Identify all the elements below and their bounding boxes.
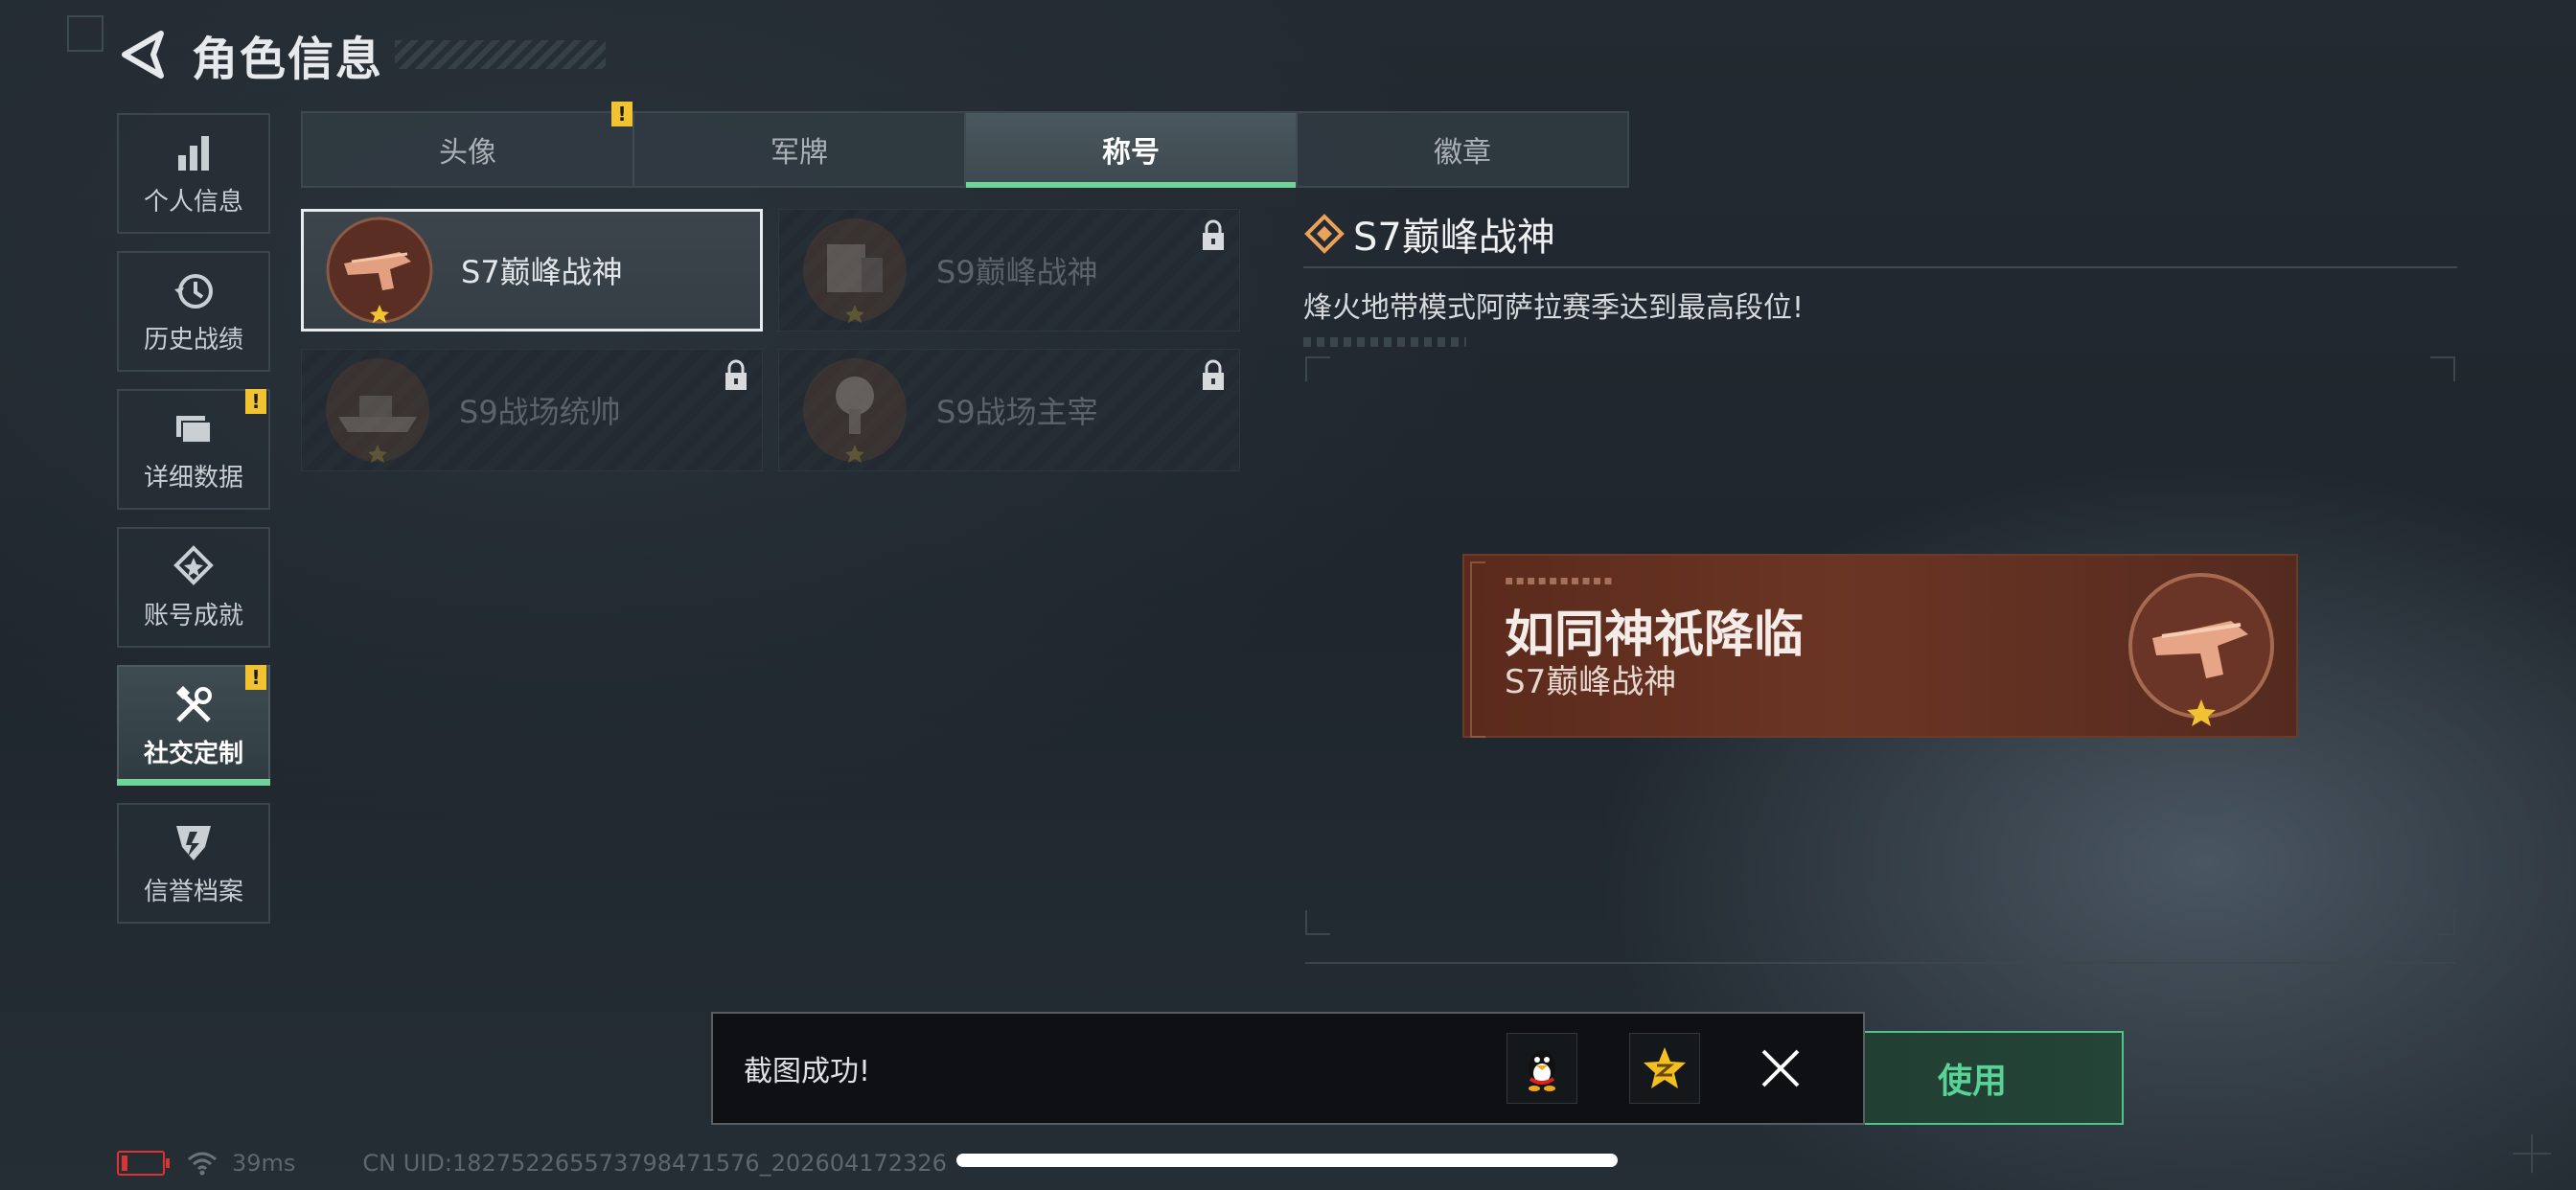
page-header: 角色信息 xyxy=(115,21,607,88)
page-title: 角色信息 xyxy=(192,33,384,86)
sidebar-item-label: 账号成就 xyxy=(143,601,243,630)
title-card[interactable]: S7巅峰战神 xyxy=(301,209,763,332)
sidebar-item-label: 详细数据 xyxy=(143,463,243,492)
sidebar-item-label: 个人信息 xyxy=(143,187,243,217)
sidebar-item-label: 历史战绩 xyxy=(143,325,243,355)
gun-medal-icon xyxy=(326,217,433,324)
tab-label: 徽章 xyxy=(1434,136,1491,170)
detail-sub-decoration xyxy=(1303,337,1466,347)
sidebar-item-history[interactable]: 历史战绩 xyxy=(117,251,270,372)
wifi-icon xyxy=(188,1152,217,1176)
sidebar-item-label: 信誉档案 xyxy=(143,877,243,906)
toast-message: 截图成功! xyxy=(744,1055,871,1088)
tab-label: 称号 xyxy=(1102,136,1160,170)
corner-decoration xyxy=(67,15,104,52)
crosshair-decoration xyxy=(2513,1134,2551,1173)
tab-dogtag[interactable]: 军牌 xyxy=(634,113,966,186)
banner-decoration: ▪▪▪▪▪▪▪▪▪▪ xyxy=(1505,573,1615,588)
lock-icon xyxy=(1203,219,1224,250)
detail-header: S7巅峰战神 xyxy=(1303,207,2457,261)
tools-icon xyxy=(175,685,212,722)
history-clock-icon xyxy=(174,273,213,309)
ping-value: 39ms xyxy=(232,1150,296,1177)
title-banner-preview: ▪▪▪▪▪▪▪▪▪▪ 如同神祇降临 S7巅峰战神 xyxy=(1462,554,2298,738)
share-qq-button[interactable] xyxy=(1506,1033,1577,1104)
uid-text: CN UID:1827522655737984715​76_2026041723… xyxy=(362,1150,947,1177)
title-card[interactable]: S9战场主宰 xyxy=(778,349,1240,471)
warning-badge: ! xyxy=(245,665,266,690)
sidebar: 个人信息 历史战绩 详细数据 ! 账号成就 社交定制 ! 信誉档案 xyxy=(117,113,270,941)
tab-label: 头像 xyxy=(439,136,496,170)
title-card-name: S7巅峰战神 xyxy=(461,254,623,290)
sidebar-item-social-custom[interactable]: 社交定制 ! xyxy=(117,665,270,786)
battery-low-icon xyxy=(117,1151,170,1176)
close-icon[interactable] xyxy=(1752,1040,1809,1097)
sidebar-item-credit-record[interactable]: 信誉档案 xyxy=(117,803,270,924)
qq-penguin-icon xyxy=(1529,1050,1555,1091)
folder-icon xyxy=(176,415,212,444)
medal-icon xyxy=(173,544,214,585)
tab-bar: 头像 ! 军牌 称号 徽章 xyxy=(301,102,1629,188)
detail-title: S7巅峰战神 xyxy=(1353,216,1555,260)
title-card-name: S9巅峰战神 xyxy=(936,254,1098,290)
share-qzone-button[interactable] xyxy=(1629,1033,1700,1104)
title-detail-panel: S7巅峰战神 烽火地带模式阿萨拉赛季达到最高段位! xyxy=(1303,207,2457,347)
tab-label: 军牌 xyxy=(770,136,828,170)
warning-badge: ! xyxy=(611,102,632,126)
sidebar-item-personal-info[interactable]: 个人信息 xyxy=(117,113,270,234)
status-bar: 39ms CN UID:1827522655737984715​76_20260… xyxy=(117,1146,947,1180)
banner-sub-text: S7巅峰战神 xyxy=(1505,663,1677,701)
divider xyxy=(1303,266,2457,268)
title-card-name: S9战场主宰 xyxy=(936,394,1098,430)
detail-description: 烽火地带模式阿萨拉赛季达到最高段位! xyxy=(1303,291,1805,325)
lock-icon xyxy=(725,359,747,390)
title-card-name: S9战场统帅 xyxy=(459,394,621,430)
qzone-star-icon xyxy=(1644,1047,1686,1088)
lock-icon xyxy=(1203,359,1224,390)
tab-avatar[interactable]: 头像 ! xyxy=(303,102,634,186)
sidebar-item-achievements[interactable]: 账号成就 xyxy=(117,527,270,648)
back-arrow-icon[interactable] xyxy=(115,26,172,83)
divider xyxy=(1305,962,2455,964)
sidebar-item-detail-data[interactable]: 详细数据 ! xyxy=(117,389,270,510)
credit-shield-icon xyxy=(176,825,211,860)
explosion-medal-icon xyxy=(803,358,907,463)
warning-badge: ! xyxy=(245,389,266,414)
gun-medal-icon xyxy=(2128,573,2274,726)
title-card[interactable]: S9巅峰战神 xyxy=(778,209,1240,332)
building-medal-icon xyxy=(803,218,907,323)
sidebar-item-label: 社交定制 xyxy=(143,739,243,768)
ship-medal-icon xyxy=(326,358,429,463)
title-card[interactable]: S9战场统帅 xyxy=(301,349,763,471)
tab-title[interactable]: 称号 xyxy=(966,113,1298,188)
home-indicator[interactable] xyxy=(956,1154,1618,1167)
screenshot-toast: 截图成功! xyxy=(711,1012,1865,1125)
use-button-label: 使用 xyxy=(1937,1062,2007,1101)
tab-badge[interactable]: 徽章 xyxy=(1298,113,1627,186)
bar-chart-icon xyxy=(178,135,209,171)
diamond-rank-icon xyxy=(1304,214,1345,254)
title-stripe-decoration xyxy=(395,40,607,69)
